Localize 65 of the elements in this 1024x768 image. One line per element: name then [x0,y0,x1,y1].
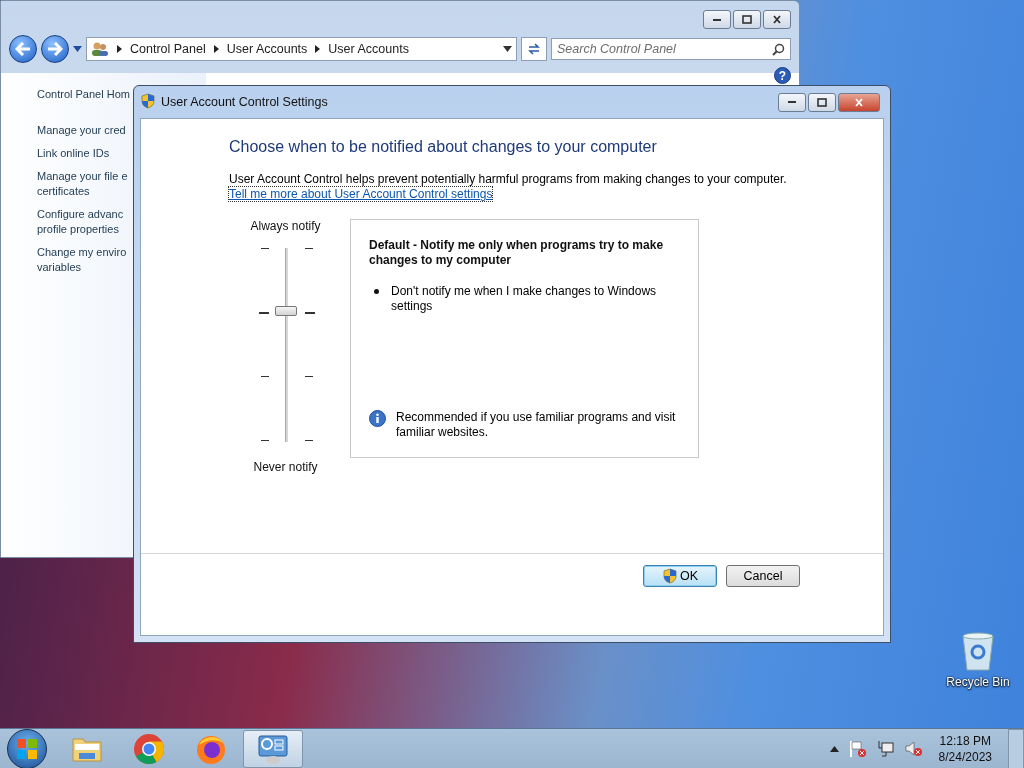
help-button[interactable]: ? [774,67,791,84]
minimize-button[interactable] [703,10,731,29]
dialog-button[interactable]: OK [643,565,717,587]
recycle-bin-icon[interactable] [960,632,996,672]
show-hidden-icons-caret-icon[interactable] [829,745,839,752]
search-icon [772,43,785,56]
taskbar-button[interactable] [243,729,303,768]
sidebar-link[interactable]: Manage your file e certificates [37,169,128,199]
desktop-icon-label[interactable]: Recycle Bin [946,675,1010,689]
maximize-button[interactable] [808,92,836,112]
arrow-right-icon [47,42,63,56]
refresh-button[interactable] [521,37,547,61]
window-title: User Account Control Settings [161,95,328,109]
breadcrumb-item[interactable]: User Accounts [328,42,409,56]
breadcrumb-item[interactable]: User Accounts [226,42,308,56]
refresh-icon [526,42,542,56]
sidebar-link[interactable]: Control Panel Hom [37,87,130,102]
sidebar-link[interactable]: Change my enviro variables [37,245,127,275]
windows-logo-icon [16,737,38,760]
network-icon[interactable] [876,739,895,758]
show-desktop-button[interactable] [1008,728,1024,768]
description-text: User Account Control helps prevent potentially harmful programs from making changes to your computer. [229,172,788,187]
maximize-button[interactable] [733,10,761,29]
close-button[interactable] [763,10,791,29]
chevron-icon [213,45,219,53]
clock[interactable]: 12:18 PM 8/24/2023 [938,732,992,765]
dropdown-caret-icon[interactable] [73,46,82,52]
breadcrumb-item[interactable]: Control Panel [130,42,206,56]
slider-top-label: Always notify [250,219,321,233]
bullet-text: Don't notify me when I make changes to Windows settings [391,284,658,314]
dialog-heading: Choose when to be notified about changes to your computer [229,138,658,156]
close-icon [773,15,781,24]
muted-speaker-icon[interactable] [904,739,923,758]
search-field[interactable]: Search Control Panel [551,38,791,60]
slider-bottom-label: Never notify [253,460,318,474]
arrow-left-icon [15,42,31,56]
minimize-button[interactable] [778,92,806,112]
users-icon [91,41,109,57]
minimize-icon [788,101,796,103]
minimize-icon [713,18,721,21]
shield-icon [140,92,156,109]
shield-icon [661,568,678,584]
dropdown-caret-icon[interactable] [503,46,512,52]
start-button[interactable] [7,728,47,768]
sidebar-link[interactable]: Link online IDs [37,146,110,161]
bullet-icon [374,289,379,294]
chrome-icon [133,732,165,765]
sidebar-link[interactable]: Manage your cred [37,123,126,138]
chevron-icon [315,45,321,53]
maximize-icon [742,15,752,24]
chevron-icon [117,45,122,53]
slider-thumb[interactable] [274,306,297,317]
sidebar-link[interactable]: Configure advanc profile properties [37,207,124,237]
flag-icon[interactable] [848,739,867,758]
help-link[interactable]: Tell me more about User Account Control settings [229,187,493,201]
control-panel-icon [257,732,289,765]
maximize-icon [817,97,827,107]
forward-button[interactable] [41,35,69,63]
dialog-button[interactable]: Cancel [726,565,800,587]
address-bar[interactable]: Control Panel User Accounts User Accounts [86,37,517,61]
close-icon [855,97,863,107]
info-icon [369,410,386,427]
setting-title: Default - Notify me only when programs try to make changes to my computer [369,238,665,268]
back-button[interactable] [9,35,37,63]
recommendation-text: Recommended if you use familiar programs and visit familiar websites. [396,410,677,440]
